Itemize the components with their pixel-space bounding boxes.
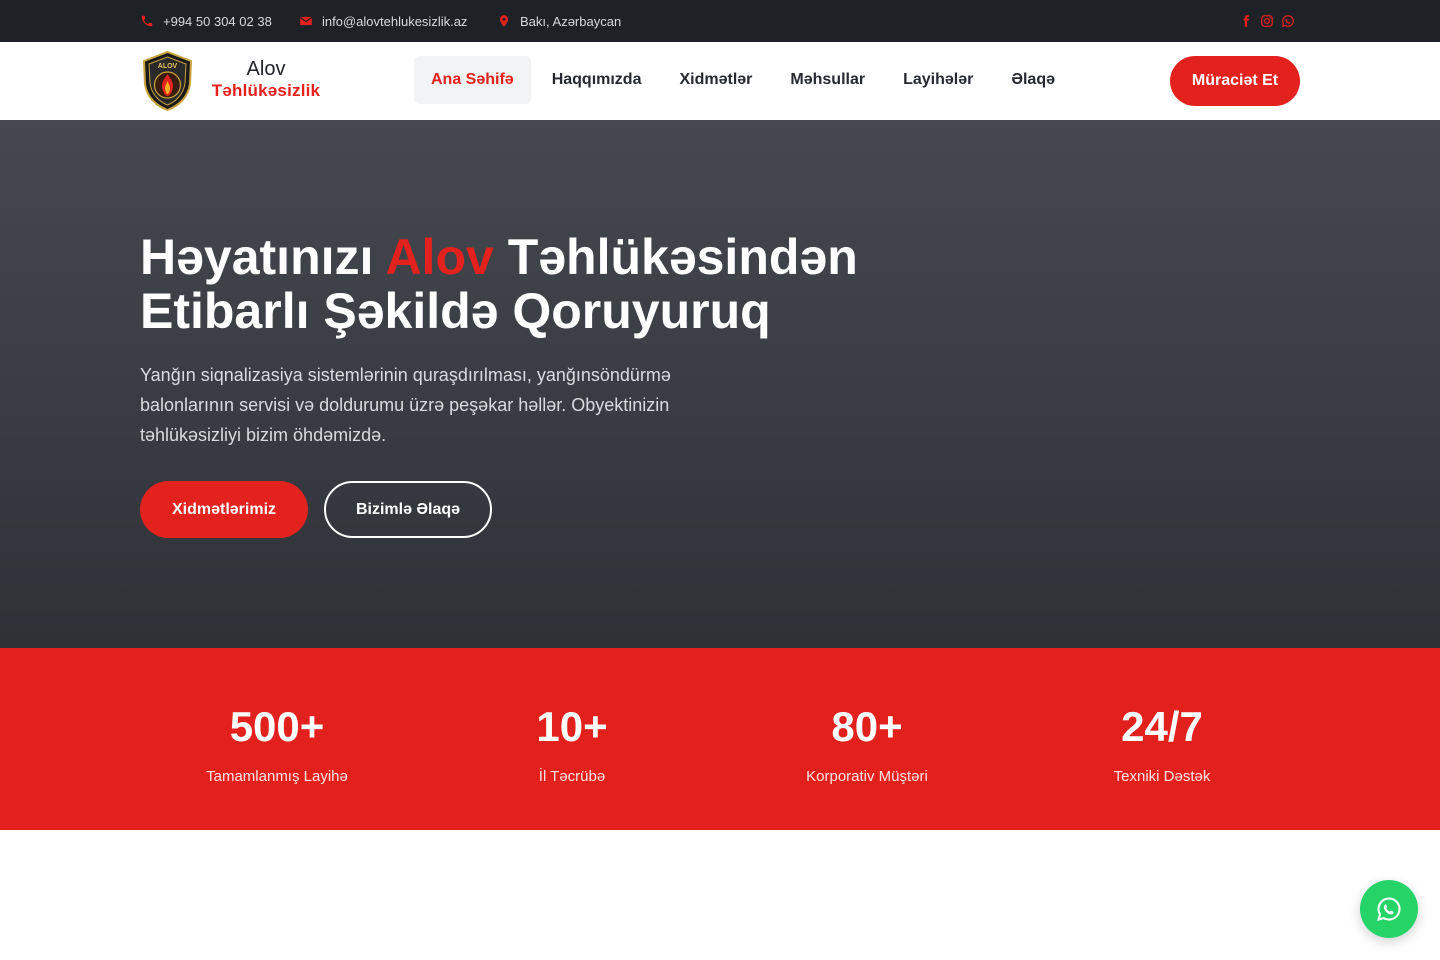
site-header: ALOV Alov Təhlükəsizlik Ana Səhifə Haqqı… (0, 42, 1440, 120)
instagram-icon[interactable] (1260, 14, 1274, 28)
phone-icon (140, 14, 154, 28)
apply-button[interactable]: Müraciət Et (1170, 56, 1300, 106)
hero-section: Həyatınızı Alov Təhlükəsindən Etibarlı Ş… (0, 120, 1440, 648)
stat-item: 500+ Tamamlanmış Layihə (147, 703, 407, 786)
social-links (1239, 0, 1295, 42)
nav-item-contact[interactable]: Əlaqə (994, 56, 1072, 104)
whatsapp-float-button[interactable] (1360, 880, 1418, 938)
hero-lead: Yanğın siqnalizasiya sistemlərinin quraş… (140, 365, 671, 445)
logo-text: ALOV (158, 63, 178, 70)
stat-label: Texniki Dəstək (1113, 768, 1211, 785)
topbar-email[interactable]: info@alovtehlukesizlik.az (299, 0, 467, 42)
brand-name[interactable]: Alov Təhlükəsizlik (206, 58, 326, 102)
hero-title-accent: Alov (385, 229, 494, 285)
nav-item-products[interactable]: Məhsullar (773, 56, 882, 104)
top-bar: +994 50 304 02 38 info@alovtehlukesizlik… (0, 0, 1440, 42)
nav-item-projects[interactable]: Layihələr (886, 56, 990, 104)
stat-value: 500+ (229, 703, 325, 750)
whatsapp-icon[interactable] (1281, 14, 1295, 28)
hero-title-part1: Həyatınızı (140, 229, 386, 285)
nav-item-home[interactable]: Ana Səhifə (414, 56, 531, 104)
stat-item: 80+ Korporativ Müştəri (737, 703, 997, 786)
topbar-email-text: info@alovtehlukesizlik.az (322, 13, 468, 29)
stat-value: 24/7 (1121, 703, 1203, 750)
hero-title: Həyatınızı Alov Təhlükəsindən Etibarlı Ş… (140, 230, 900, 338)
stat-label: İl Təcrübə (538, 768, 606, 785)
stat-item: 24/7 Texniki Dəstək (1032, 703, 1292, 786)
stat-item: 10+ İl Təcrübə (442, 703, 702, 786)
stat-value: 10+ (536, 703, 608, 750)
contact-us-button[interactable]: Bizimlə Əlaqə (324, 481, 492, 538)
brand-name-line2: Təhlükəsizlik (211, 81, 321, 100)
stat-value: 80+ (831, 703, 903, 750)
whatsapp-icon (1375, 895, 1403, 923)
logo[interactable]: ALOV (141, 50, 194, 112)
topbar-phone[interactable]: +994 50 304 02 38 (140, 0, 272, 42)
stats-section: 500+ Tamamlanmış Layihə 10+ İl Təcrübə 8… (0, 648, 1440, 830)
stat-label: Korporativ Müştəri (806, 768, 928, 785)
map-pin-icon (497, 14, 511, 28)
nav-item-services[interactable]: Xidmətlər (662, 56, 769, 104)
topbar-location-text: Bakı, Azərbaycan (520, 13, 622, 29)
facebook-icon[interactable] (1239, 14, 1253, 28)
brand-name-line1: Alov (246, 58, 286, 80)
topbar-phone-text: +994 50 304 02 38 (163, 13, 272, 29)
stat-label: Tamamlanmış Layihə (206, 768, 348, 785)
envelope-icon (299, 14, 313, 28)
main-nav: Ana Səhifə Haqqımızda Xidmətlər Məhsulla… (414, 56, 1076, 104)
nav-item-about[interactable]: Haqqımızda (535, 56, 659, 104)
topbar-location: Bakı, Azərbaycan (497, 0, 621, 42)
services-button[interactable]: Xidmətlərimiz (140, 481, 308, 538)
